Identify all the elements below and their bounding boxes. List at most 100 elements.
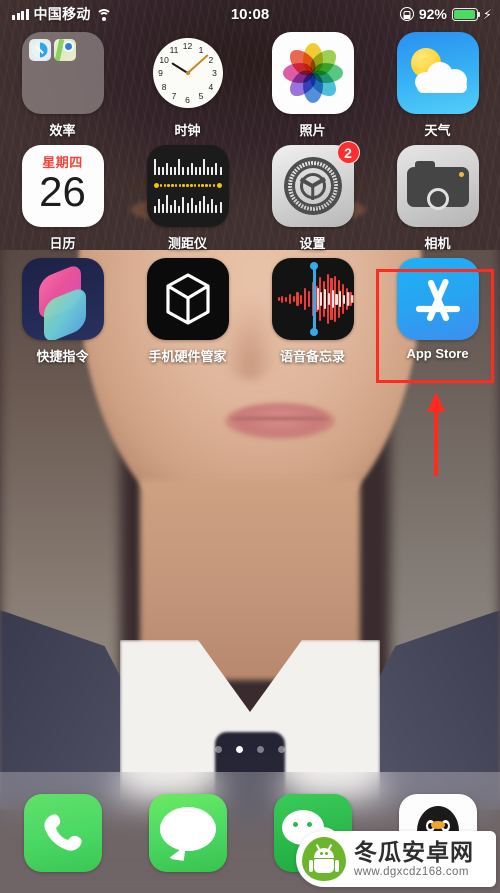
ruler-tick [190,163,193,175]
calendar-day: 26 [39,168,86,215]
app-icon-clock[interactable]: 12 11 10 9 8 7 6 5 4 3 2 1 时钟 [133,32,243,139]
app-icon-settings[interactable]: 2 设置 [258,141,368,252]
hardware-manager-icon [146,258,229,340]
ruler-tick [215,205,218,213]
measure-dot [208,184,212,187]
hexagon-box-icon [165,273,211,325]
wechat-eye [292,822,298,827]
clock-face: 12 11 10 9 8 7 6 5 4 3 2 1 [152,38,223,108]
android-arm-left [309,860,313,872]
page-dot[interactable] [278,746,285,753]
measure-dotted-line [153,183,222,188]
measure-dot [197,184,201,187]
ruler-tick [207,204,210,213]
app-label: 相机 [424,236,451,251]
app-row-1: 效率 12 11 10 9 8 7 6 5 4 3 2 1 时钟 照片 天气 [0,32,500,139]
watermark-url: www.dgxcdz168.com [354,866,469,878]
clock-numeral: 9 [158,68,163,78]
ruler-tick [153,206,156,213]
ruler-tick [157,167,160,175]
app-label: 时钟 [174,123,201,138]
measure-dot [171,184,174,187]
status-badge: 2 [336,141,360,164]
measure-dot [178,184,182,187]
app-store-glyph [410,273,466,325]
clock-icon: 12 11 10 9 8 7 6 5 4 3 2 1 [147,32,229,114]
waveform-bar [339,291,342,307]
camera-icon [396,145,479,227]
app-icon-folder-efficiency[interactable]: 效率 [8,32,118,139]
ruler-tick [203,196,205,213]
waveform-bar [277,297,280,301]
app-icon-calendar[interactable]: 星期四 26 日历 [8,145,118,252]
android-eye-left [320,852,323,855]
waveform-bar [327,293,331,305]
phone-handset-glyph [40,810,86,856]
measure-dot [193,184,197,187]
watermark-title: 冬瓜安卓网 [354,839,474,865]
rotation-lock-icon [399,7,414,21]
measure-ticks-top [153,158,222,175]
app-icon-measure[interactable]: 测距仪 [133,145,243,252]
measure-icon [146,145,229,227]
dock-item-phone[interactable] [8,794,118,872]
app-icon-camera[interactable]: 相机 [383,145,493,252]
app-icon-weather[interactable]: 天气 [383,32,493,139]
android-body [314,859,334,873]
waveform-remaining [316,272,354,326]
measure-dot [201,184,204,187]
android-arm-right [335,860,339,872]
waveform-bar [296,292,299,306]
app-label: 设置 [299,236,326,251]
waveform-bar [281,295,284,303]
ruler-tick [161,167,164,175]
clock-numeral: 11 [169,44,179,55]
clock-numeral: 2 [208,54,214,65]
waveform-bar [285,296,288,302]
android-pear-logo [302,837,346,881]
measure-dot [163,184,167,187]
calendar-icon: 星期四 26 [21,145,104,227]
app-label: 手机硬件管家 [148,349,227,364]
status-bar: 中国移动 10:08 92% ⚡ [0,0,500,28]
camera-flash [458,172,464,177]
ruler-tick [153,159,156,175]
waveform-bar [300,294,303,304]
app-store-icon [396,258,479,340]
qq-beak [430,821,445,829]
iphone-home-screen: 中国移动 10:08 92% ⚡ 效率 12 11 10 9 8 7 6 5 4… [0,0,500,893]
android-robot-icon [309,843,339,873]
app-icon-hardware-manager[interactable]: 手机硬件管家 [133,258,243,365]
up-arrow-annotation [424,392,448,476]
app-icon-photos[interactable]: 照片 [258,32,368,139]
measure-dot [205,184,208,187]
page-dot[interactable] [257,746,264,753]
ruler-tick [182,197,185,213]
clock-numeral: 8 [161,81,167,92]
measure-dot [167,184,170,187]
weather-icon [396,32,479,114]
app-icon-voice-memos[interactable]: 语音备忘录 [258,258,368,365]
dock-item-messages[interactable] [133,794,243,872]
wallpaper-lips [225,403,335,439]
measure-dot [182,184,185,187]
camera-lens [426,188,449,210]
page-indicator-dots[interactable] [0,746,500,753]
app-row-3: 快捷指令 手机硬件管家 语音备忘录 App Store [0,258,500,365]
ruler-tick [178,206,181,213]
page-dot[interactable] [236,746,243,753]
measure-dot [159,184,163,187]
ruler-tick [165,163,168,175]
clock-numeral: 5 [198,91,204,102]
ruler-tick [178,159,181,175]
page-dot[interactable] [215,746,222,753]
app-icon-shortcuts[interactable]: 快捷指令 [8,258,118,365]
battery-icon [451,7,481,21]
folder-icon [21,32,104,114]
safari-mini-icon [28,39,51,61]
app-row-2: 星期四 26 日历 测距仪 2 设置 相机 [0,141,500,252]
app-icon-app-store[interactable]: App Store [383,258,493,365]
ruler-tick [190,198,193,213]
messages-icon [148,794,227,872]
waveform-bar [292,296,295,302]
